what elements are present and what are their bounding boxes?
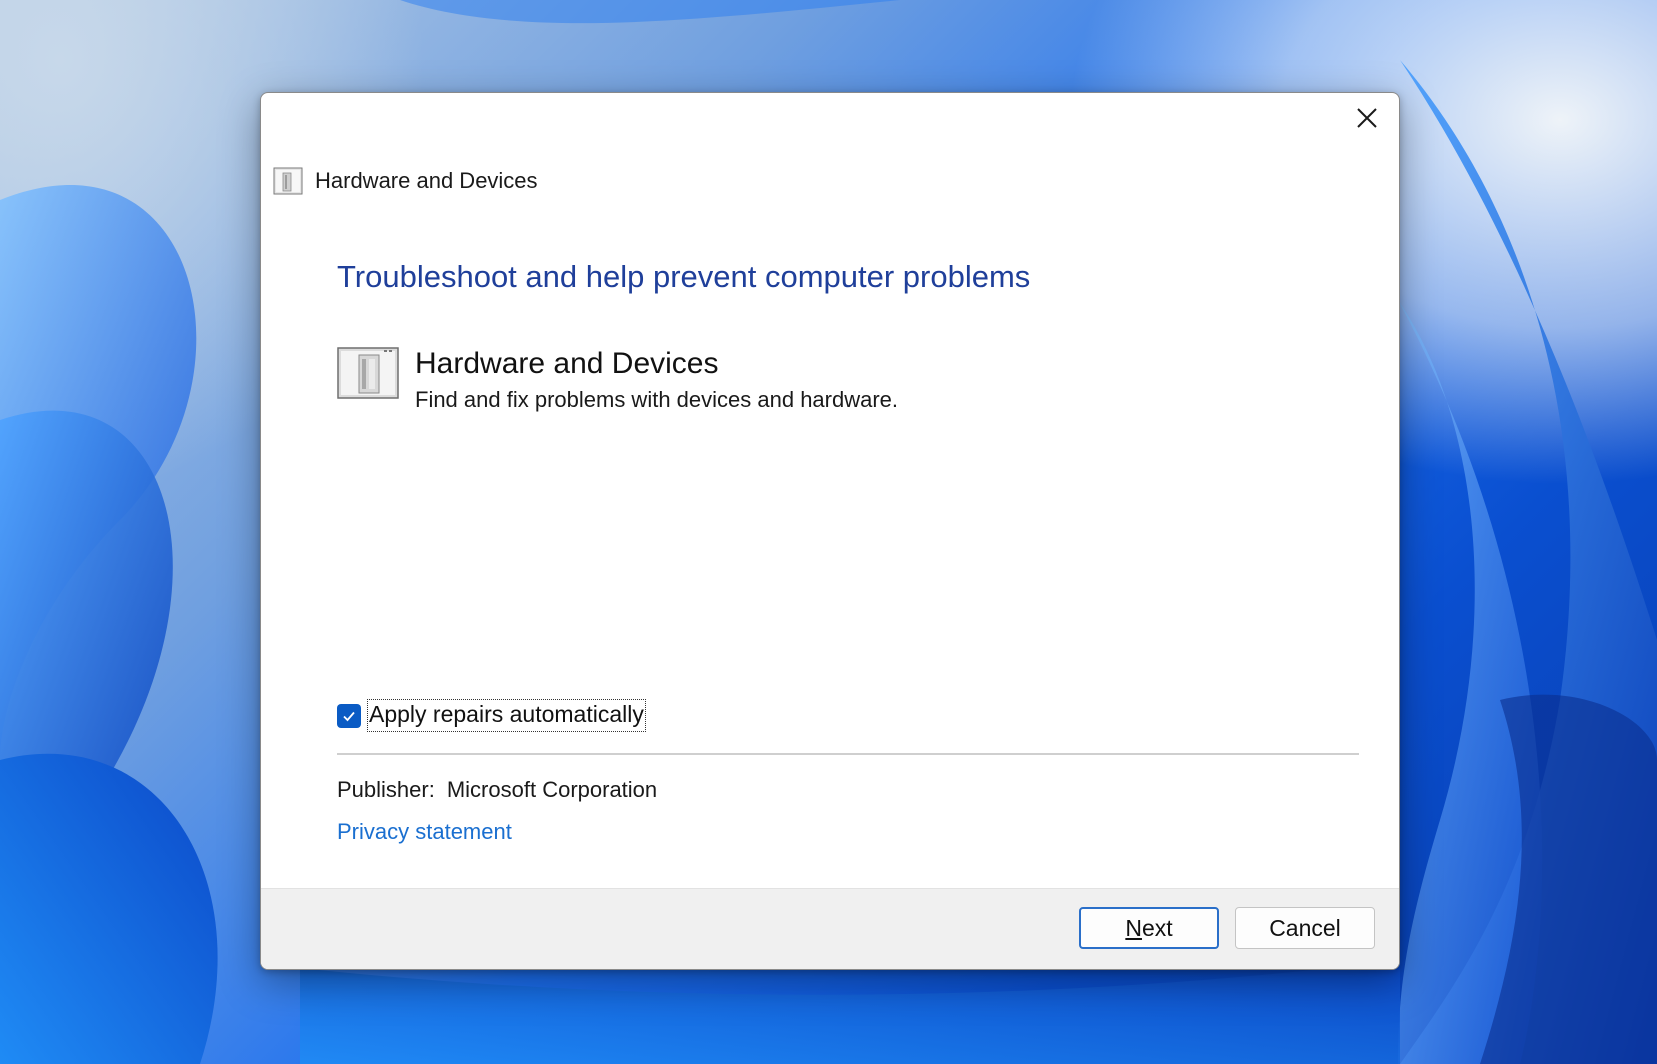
troubleshooter-name: Hardware and Devices bbox=[415, 347, 719, 380]
checkmark-icon bbox=[343, 711, 355, 721]
window-title: Hardware and Devices bbox=[315, 168, 538, 193]
divider bbox=[337, 753, 1359, 755]
next-button-mnemonic: N bbox=[1125, 914, 1142, 941]
window-titlebar: Hardware and Devices bbox=[273, 165, 538, 197]
privacy-statement-link[interactable]: Privacy statement bbox=[337, 819, 512, 845]
page-heading: Troubleshoot and help prevent computer p… bbox=[337, 259, 1031, 294]
apply-repairs-checkbox-row[interactable]: Apply repairs automatically bbox=[337, 699, 646, 732]
next-button-label: ext bbox=[1141, 914, 1173, 941]
troubleshooter-info: Hardware and Devices Find and fix proble… bbox=[337, 347, 898, 413]
dialog-footer: Next Cancel bbox=[261, 888, 1399, 969]
publisher-label: Publisher: bbox=[337, 777, 435, 802]
cancel-button[interactable]: Cancel bbox=[1235, 907, 1375, 949]
publisher-info: Publisher: Microsoft Corporation bbox=[337, 777, 657, 803]
hardware-devices-icon bbox=[337, 347, 399, 399]
troubleshooter-description: Find and fix problems with devices and h… bbox=[415, 387, 899, 412]
next-button[interactable]: Next bbox=[1079, 907, 1219, 949]
troubleshooter-dialog: Hardware and Devices Troubleshoot and he… bbox=[260, 92, 1400, 970]
hardware-devices-icon bbox=[273, 167, 303, 195]
apply-repairs-label[interactable]: Apply repairs automatically bbox=[367, 699, 646, 732]
apply-repairs-checkbox[interactable] bbox=[337, 703, 361, 728]
close-icon bbox=[1357, 108, 1377, 128]
publisher-value: Microsoft Corporation bbox=[446, 777, 658, 802]
close-button[interactable] bbox=[1335, 93, 1399, 143]
